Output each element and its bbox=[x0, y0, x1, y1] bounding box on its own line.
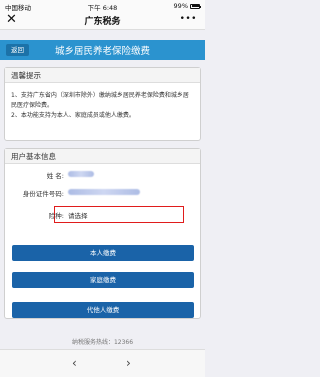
insurance-label: 险种: bbox=[48, 212, 64, 220]
insurance-row: 险种: 请选择 bbox=[6, 208, 191, 222]
tips-body: 1、支持广东省内（深圳市除外）缴纳城乡居民养老保险费和城乡居民医疗保险费。 2、… bbox=[5, 83, 200, 129]
self-pay-button[interactable]: 本人缴费 bbox=[12, 245, 194, 261]
status-bar: 中国移动 下午 6:48 99% bbox=[0, 0, 205, 12]
wechat-nav-bar: ✕ 广东税务 ••• bbox=[0, 11, 205, 30]
more-icon[interactable]: ••• bbox=[180, 14, 197, 24]
name-field bbox=[68, 171, 191, 179]
tips-title: 温馨提示 bbox=[5, 68, 200, 83]
id-row: 身份证件号码: bbox=[6, 186, 191, 200]
name-label: 姓 名: bbox=[46, 172, 64, 180]
status-right: 99% bbox=[173, 2, 201, 10]
family-pay-button[interactable]: 家庭缴费 bbox=[12, 272, 194, 288]
tip-line-1: 1、支持广东省内（深圳市除外）缴纳城乡居民养老保险费和城乡居民医疗保险费。 bbox=[11, 92, 189, 109]
bottom-nav-bar: ‹ › bbox=[0, 349, 205, 377]
other-pay-button[interactable]: 代他人缴费 bbox=[12, 302, 194, 318]
back-arrow-icon[interactable]: ‹ bbox=[72, 356, 77, 370]
page-header: 返回 城乡居民养老保险缴费 bbox=[0, 40, 205, 60]
name-row: 姓 名: bbox=[6, 168, 191, 182]
tip-line-2: 2、本功能支持为本人、家庭成员或他人缴费。 bbox=[11, 112, 135, 119]
id-label: 身份证件号码: bbox=[22, 190, 64, 198]
battery-percent: 99% bbox=[173, 2, 188, 10]
insurance-select[interactable]: 请选择 bbox=[68, 210, 191, 220]
id-value-redacted bbox=[68, 189, 140, 195]
user-info-title: 用户基本信息 bbox=[5, 149, 200, 164]
nav-title: 广东税务 bbox=[84, 17, 121, 27]
tips-card: 温馨提示 1、支持广东省内（深圳市除外）缴纳城乡居民养老保险费和城乡居民医疗保险… bbox=[4, 67, 201, 141]
name-value-redacted bbox=[68, 171, 94, 177]
battery-icon bbox=[190, 3, 201, 9]
hotline-footer: 纳税服务热线：12366 bbox=[71, 339, 134, 346]
page-title: 城乡居民养老保险缴费 bbox=[54, 46, 150, 57]
id-field bbox=[68, 189, 191, 197]
forward-arrow-icon[interactable]: › bbox=[126, 356, 131, 370]
